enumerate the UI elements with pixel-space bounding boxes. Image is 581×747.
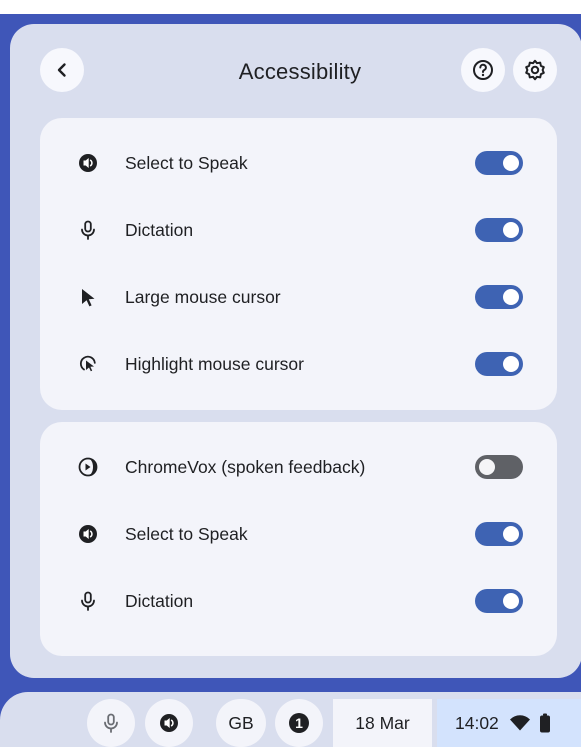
- clock-time: 14:02: [455, 712, 499, 733]
- accessibility-feature-group-1: Select to Speak Dictation Large mouse cu…: [40, 118, 557, 410]
- large-mouse-cursor-toggle[interactable]: [475, 285, 523, 309]
- gear-icon: [525, 59, 545, 81]
- dictation-toggle[interactable]: [475, 589, 523, 613]
- settings-button[interactable]: [513, 48, 557, 92]
- accessibility-feature-group-2: ChromeVox (spoken feedback) Select to Sp…: [40, 422, 557, 656]
- select-to-speak-toggle[interactable]: [475, 151, 523, 175]
- feature-label: Large mouse cursor: [125, 287, 281, 307]
- shelf-date-button[interactable]: 18 Mar: [333, 699, 432, 747]
- feature-row-dictation[interactable]: Dictation: [40, 581, 557, 621]
- select-to-speak-toggle[interactable]: [475, 522, 523, 546]
- help-circle-icon: [473, 60, 493, 80]
- feature-label: ChromeVox (spoken feedback): [125, 457, 366, 477]
- feature-row-highlight-mouse-cursor[interactable]: Highlight mouse cursor: [40, 344, 557, 384]
- shelf-status-area[interactable]: 14:02: [437, 699, 581, 747]
- chromevox-toggle[interactable]: [475, 455, 523, 479]
- feature-row-dictation[interactable]: Dictation: [40, 210, 557, 250]
- feature-label: Highlight mouse cursor: [125, 354, 304, 374]
- select-to-speak-icon: [76, 522, 100, 546]
- battery-icon: [539, 713, 551, 733]
- dictation-toggle[interactable]: [475, 218, 523, 242]
- feature-label: Select to Speak: [125, 153, 248, 173]
- shelf-keyboard-layout-button[interactable]: GB: [216, 699, 266, 747]
- feature-label: Select to Speak: [125, 524, 248, 544]
- shelf-dictation-button[interactable]: [87, 699, 135, 747]
- microphone-icon: [76, 589, 100, 613]
- top-strip: [0, 0, 581, 14]
- keyboard-layout-label: GB: [228, 712, 254, 733]
- feature-row-large-mouse-cursor[interactable]: Large mouse cursor: [40, 277, 557, 317]
- accessibility-panel: Accessibility Select to Speak Dictation …: [10, 24, 581, 678]
- select-to-speak-icon: [76, 151, 100, 175]
- feature-row-select-to-speak[interactable]: Select to Speak: [40, 514, 557, 554]
- help-button[interactable]: [461, 48, 505, 92]
- chromevox-icon: [76, 455, 100, 479]
- select-to-speak-icon: [160, 714, 178, 732]
- feature-label: Dictation: [125, 591, 194, 611]
- shelf-notification-button[interactable]: 1: [275, 699, 323, 747]
- panel-header: Accessibility: [10, 24, 581, 119]
- system-shelf: GB 1 18 Mar 14:02: [0, 692, 581, 747]
- microphone-icon: [76, 218, 100, 242]
- highlight-cursor-icon: [76, 352, 100, 376]
- mouse-cursor-icon: [76, 285, 100, 309]
- highlight-mouse-cursor-toggle[interactable]: [475, 352, 523, 376]
- feature-label: Dictation: [125, 220, 194, 240]
- shelf-select-to-speak-button[interactable]: [145, 699, 193, 747]
- feature-row-select-to-speak[interactable]: Select to Speak: [40, 143, 557, 183]
- notification-count: 1: [295, 715, 303, 731]
- feature-row-chromevox[interactable]: ChromeVox (spoken feedback): [40, 447, 557, 487]
- date-label: 18 Mar: [355, 712, 410, 733]
- microphone-icon: [104, 713, 118, 733]
- wifi-icon: [509, 714, 531, 732]
